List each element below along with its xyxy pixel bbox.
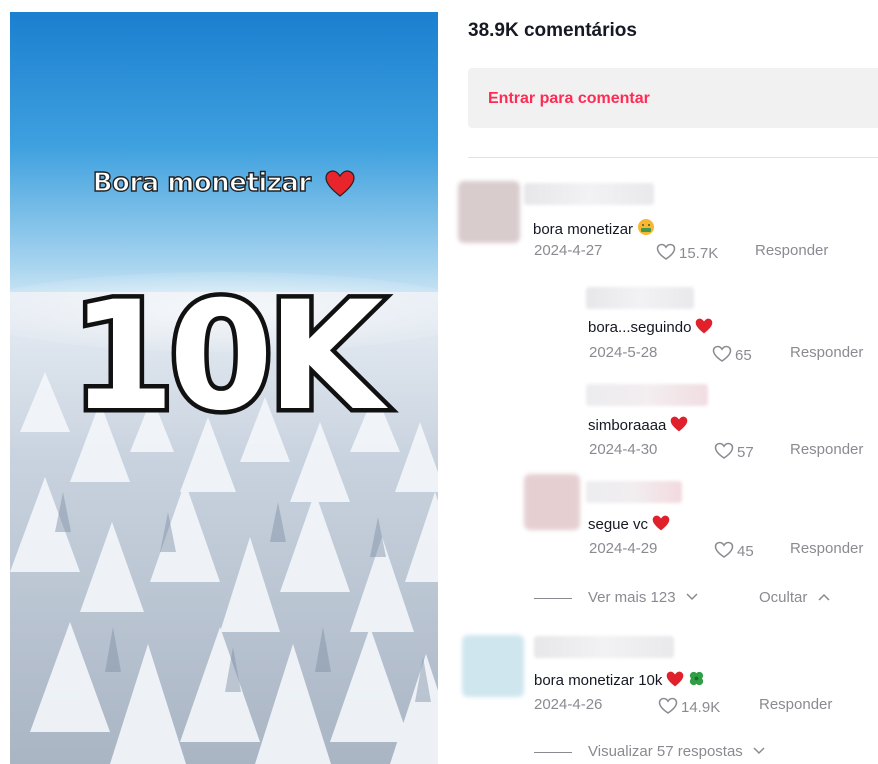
comments-count: 38.9K comentários (468, 20, 637, 41)
chevron-down-icon (753, 747, 765, 755)
username-blurred[interactable] (586, 287, 694, 309)
comment-date: 2024-4-29 (589, 540, 658, 557)
hide-replies-button[interactable]: Ocultar (759, 589, 830, 606)
divider (468, 157, 878, 158)
like-button[interactable]: 14.9K (658, 697, 720, 716)
reply-button[interactable]: Responder (759, 696, 832, 713)
view-replies-button[interactable]: Visualizar 57 respostas (588, 743, 765, 760)
username-blurred[interactable] (534, 636, 674, 658)
login-to-comment-link[interactable]: Entrar para comentar (488, 90, 650, 108)
username-blurred[interactable] (586, 481, 682, 503)
avatar[interactable] (462, 635, 524, 697)
like-count: 57 (737, 444, 754, 461)
divider-dash (534, 752, 572, 753)
red-heart-icon (652, 515, 670, 531)
comment-date: 2024-4-26 (534, 696, 603, 713)
red-heart-icon (671, 416, 688, 432)
like-button[interactable]: 15.7K (656, 243, 718, 262)
heart-outline-icon (712, 345, 732, 362)
video-caption-small: Bora monetizar (10, 167, 438, 199)
comment-text: bora monetizar (533, 218, 655, 238)
comment-date: 2024-5-28 (589, 344, 658, 361)
see-more-replies-button[interactable]: Ver mais 123 (588, 589, 698, 606)
reply-button[interactable]: Responder (755, 242, 828, 259)
avatar[interactable] (524, 474, 580, 530)
heart-outline-icon (658, 697, 678, 714)
caption-small-text: Bora monetizar (92, 167, 312, 198)
comments-panel: 38.9K comentários Entrar para comentar b… (448, 0, 878, 764)
heart-outline-icon (656, 243, 676, 260)
login-to-comment-box[interactable]: Entrar para comentar (468, 68, 878, 128)
heart-outline-icon (714, 541, 734, 558)
like-count: 45 (737, 543, 754, 560)
chevron-down-icon (686, 593, 698, 601)
four-leaf-clover-icon (690, 671, 704, 686)
red-heart-icon (696, 318, 713, 334)
red-heart-icon (325, 170, 355, 197)
like-count: 14.9K (681, 699, 721, 716)
comment-date: 2024-4-27 (534, 242, 603, 259)
comment-text: simboraaaa (588, 416, 688, 434)
username-blurred[interactable] (524, 183, 654, 205)
username-blurred[interactable] (586, 384, 708, 406)
like-button[interactable]: 65 (712, 345, 752, 364)
money-mouth-face-icon (638, 219, 655, 235)
chevron-up-icon (818, 593, 830, 601)
like-count: 65 (735, 347, 752, 364)
comment-date: 2024-4-30 (589, 441, 658, 458)
comment-text: segue vc (588, 515, 670, 533)
avatar[interactable] (458, 181, 520, 243)
divider-dash (534, 598, 572, 599)
red-heart-icon (667, 671, 684, 687)
reply-button[interactable]: Responder (790, 344, 863, 361)
video-caption-big: 10K (66, 270, 388, 444)
like-button[interactable]: 57 (714, 442, 754, 461)
like-count: 15.7K (679, 245, 719, 262)
comment-text: bora monetizar 10k (534, 670, 705, 689)
like-button[interactable]: 45 (714, 541, 754, 560)
reply-button[interactable]: Responder (790, 540, 863, 557)
heart-outline-icon (714, 442, 734, 459)
comment-text: bora...seguindo (588, 318, 713, 336)
video-player[interactable]: Bora monetizar 10K (10, 12, 438, 764)
reply-button[interactable]: Responder (790, 441, 863, 458)
